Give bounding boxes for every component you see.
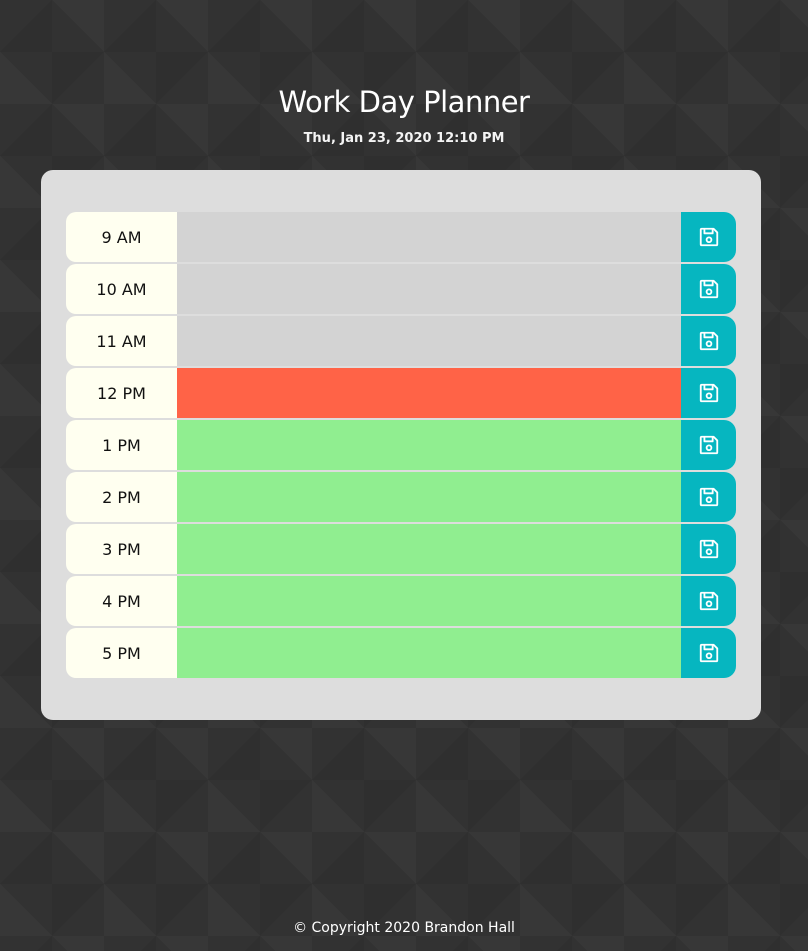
hour-label: 2 PM <box>66 472 177 522</box>
hour-label: 4 PM <box>66 576 177 626</box>
hour-label: 3 PM <box>66 524 177 574</box>
save-button[interactable] <box>681 368 736 418</box>
floppy-disk-icon <box>698 278 720 300</box>
hour-label: 1 PM <box>66 420 177 470</box>
page-title: Work Day Planner <box>278 85 530 119</box>
event-input[interactable] <box>177 264 681 314</box>
time-block-list: 9 AM 10 AM 11 AM 12 PM 1 PM 2 PM 3 PM 4 … <box>66 212 736 680</box>
hour-label: 9 AM <box>66 212 177 262</box>
floppy-disk-icon <box>698 330 720 352</box>
hour-label: 10 AM <box>66 264 177 314</box>
event-input[interactable] <box>177 368 681 418</box>
planner-panel: 9 AM 10 AM 11 AM 12 PM 1 PM 2 PM 3 PM 4 … <box>41 170 761 720</box>
save-button[interactable] <box>681 576 736 626</box>
time-block-3pm: 3 PM <box>66 524 736 574</box>
floppy-disk-icon <box>698 434 720 456</box>
event-input[interactable] <box>177 212 681 262</box>
time-block-4pm: 4 PM <box>66 576 736 626</box>
save-button[interactable] <box>681 316 736 366</box>
time-block-12pm: 12 PM <box>66 368 736 418</box>
save-button[interactable] <box>681 420 736 470</box>
save-button[interactable] <box>681 264 736 314</box>
event-input[interactable] <box>177 628 681 678</box>
time-block-1pm: 1 PM <box>66 420 736 470</box>
floppy-disk-icon <box>698 226 720 248</box>
event-input[interactable] <box>177 576 681 626</box>
save-button[interactable] <box>681 472 736 522</box>
hour-label: 5 PM <box>66 628 177 678</box>
hour-label: 11 AM <box>66 316 177 366</box>
floppy-disk-icon <box>698 590 720 612</box>
current-date: Thu, Jan 23, 2020 12:10 PM <box>303 131 505 146</box>
floppy-disk-icon <box>698 642 720 664</box>
copyright-text: © Copyright 2020 Brandon Hall <box>293 920 515 936</box>
floppy-disk-icon <box>698 382 720 404</box>
floppy-disk-icon <box>698 486 720 508</box>
hour-label: 12 PM <box>66 368 177 418</box>
save-button[interactable] <box>681 212 736 262</box>
time-block-2pm: 2 PM <box>66 472 736 522</box>
time-block-11am: 11 AM <box>66 316 736 366</box>
floppy-disk-icon <box>698 538 720 560</box>
event-input[interactable] <box>177 316 681 366</box>
save-button[interactable] <box>681 628 736 678</box>
time-block-9am: 9 AM <box>66 212 736 262</box>
time-block-5pm: 5 PM <box>66 628 736 678</box>
save-button[interactable] <box>681 524 736 574</box>
event-input[interactable] <box>177 524 681 574</box>
event-input[interactable] <box>177 472 681 522</box>
footer: © Copyright 2020 Brandon Hall <box>0 920 808 936</box>
event-input[interactable] <box>177 420 681 470</box>
time-block-10am: 10 AM <box>66 264 736 314</box>
